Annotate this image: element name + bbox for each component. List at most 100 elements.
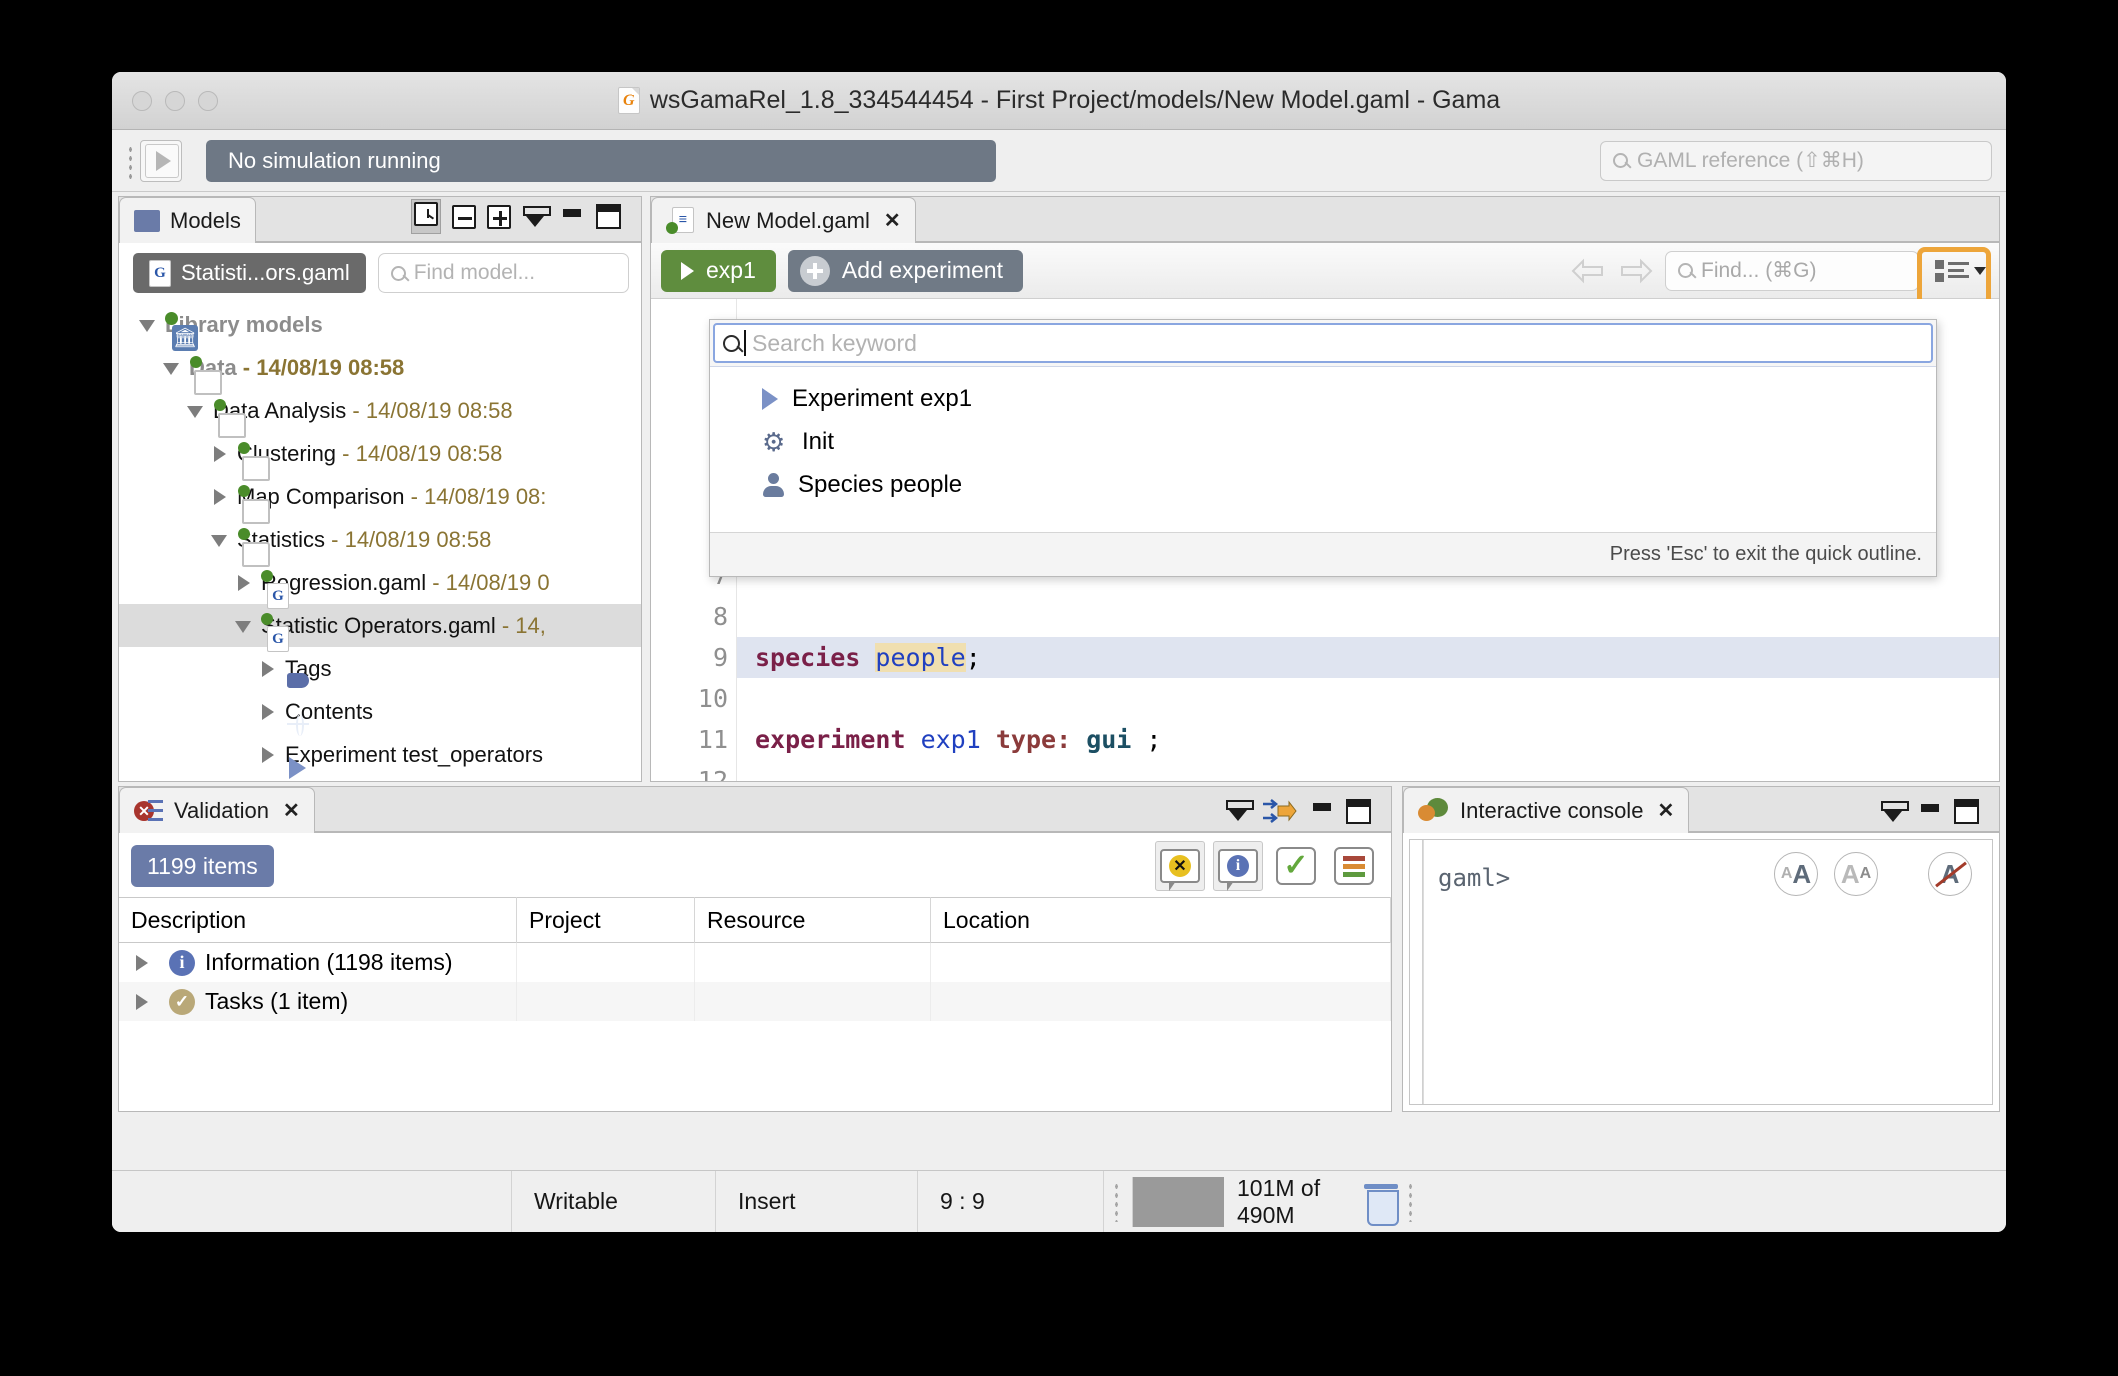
status-drag-handle[interactable] (1114, 1181, 1124, 1222)
tree-item[interactable]: 🏛 Library models (119, 303, 641, 351)
console-output[interactable]: gaml> AA AA A (1409, 839, 1993, 1105)
find-input[interactable]: Find... (⌘G) (1665, 250, 1919, 291)
tree-expand-arrow[interactable] (137, 314, 159, 336)
quick-outline-popup[interactable]: Search keyword Experiment exp1 ⚙ Init Sp… (709, 319, 1937, 577)
tree-expand-arrow[interactable] (209, 443, 231, 465)
table-row[interactable]: ✓ Tasks (1 item) (119, 982, 1391, 1021)
next-annotation-icon[interactable] (1262, 798, 1298, 824)
outline-list-icon (1934, 258, 1969, 284)
tree-item[interactable]: Data Cleaning - 14/08/19 08:58 (119, 776, 641, 781)
tab-models[interactable]: Models (119, 197, 256, 243)
errors-filter-icon[interactable]: ✕ (1155, 841, 1205, 891)
quick-outline-item[interactable]: Experiment exp1 (710, 377, 1936, 420)
window-controls[interactable] (112, 90, 218, 111)
chevron-down-icon[interactable] (1973, 266, 1986, 275)
memory-label: 101M of 490M (1237, 1174, 1321, 1228)
close-icon[interactable]: ✕ (884, 208, 901, 233)
tree-expand-arrow[interactable] (257, 658, 279, 680)
editor-panel: ≡ New Model.gaml ✕ exp1 Add experiment F… (650, 196, 2000, 782)
experiment-exp1-button[interactable]: exp1 (661, 249, 776, 292)
find-model-placeholder: Find model... (413, 261, 536, 284)
forward-arrow-icon[interactable] (1619, 258, 1653, 284)
close-icon[interactable]: ✕ (1657, 798, 1674, 823)
maximize-icon[interactable] (1954, 799, 1979, 824)
window-title: wsGamaRel_1.8_334544454 - First Project/… (649, 86, 1501, 114)
tree-item[interactable]: Clustering - 14/08/19 08:58 (119, 432, 641, 475)
minimize-view-icon[interactable] (1880, 800, 1909, 824)
tree-item[interactable]: Contents (119, 690, 641, 733)
row-expand-arrow[interactable] (131, 952, 153, 974)
add-experiment-button[interactable]: Add experiment (787, 249, 1023, 292)
maximize-window-button[interactable] (198, 90, 218, 111)
trash-icon[interactable] (1364, 1182, 1399, 1226)
tree-item-label: Statistic Operators.gaml (261, 612, 496, 638)
quick-outline-list[interactable]: Experiment exp1 ⚙ Init Species people (710, 367, 1936, 532)
find-model-input[interactable]: Find model... (377, 253, 629, 293)
back-arrow-icon[interactable] (1571, 258, 1605, 284)
table-row[interactable]: i Information (1198 items) (119, 943, 1391, 982)
column-location[interactable]: Location (931, 897, 1391, 943)
quick-outline-item[interactable]: ⚙ Init (710, 420, 1936, 463)
maximize-icon[interactable] (596, 204, 621, 229)
species-icon (762, 472, 784, 498)
line-number: 12 (697, 766, 728, 781)
tree-expand-arrow[interactable] (185, 400, 207, 422)
tab-interactive-console[interactable]: Interactive console ✕ (1403, 787, 1690, 833)
expand-all-icon[interactable] (487, 204, 511, 229)
run-experiment-icon[interactable] (140, 139, 182, 182)
collapse-all-icon[interactable] (452, 204, 476, 229)
minimize-view-icon[interactable] (1225, 799, 1254, 823)
column-project[interactable]: Project (517, 897, 695, 943)
line-number: 8 (712, 602, 728, 631)
tree-item[interactable]: Statistics - 14/08/19 08:58 (119, 518, 641, 561)
tree-item[interactable]: G Regression.gaml - 14/08/19 0 (119, 561, 641, 609)
increase-font-icon[interactable]: AA (1774, 852, 1818, 896)
tree-item[interactable]: Experiment test_operators (119, 733, 641, 776)
tree-expand-arrow[interactable] (233, 615, 255, 637)
severity-icon[interactable] (1329, 841, 1379, 891)
code-editor[interactable]: 12345678910111213 species people; experi… (651, 299, 1999, 781)
tree-expand-arrow[interactable] (257, 744, 279, 766)
column-description[interactable]: Description (119, 897, 517, 943)
selected-model-chip[interactable]: G Statisti...ors.gaml (133, 253, 366, 293)
models-tree[interactable]: 🏛 Library models Data - 14/08/19 08:58 Data… (119, 301, 641, 781)
tree-item[interactable]: Data - 14/08/19 08:58 (119, 346, 641, 389)
column-resource[interactable]: Resource (695, 897, 931, 943)
tree-expand-arrow[interactable] (161, 357, 183, 379)
info-filter-icon[interactable]: i (1213, 841, 1263, 891)
tree-expand-arrow[interactable] (233, 572, 255, 594)
validation-table-body[interactable]: i Information (1198 items) ✓ Tasks (1 item) (119, 943, 1391, 1021)
quick-outline-item-label: Experiment exp1 (792, 384, 973, 412)
close-window-button[interactable] (132, 90, 152, 111)
tab-validation[interactable]: ✕ Validation ✕ (119, 787, 315, 833)
close-icon[interactable]: ✕ (283, 798, 300, 823)
tree-expand-arrow[interactable] (257, 701, 279, 723)
validation-table-header: Description Project Resource Location (119, 897, 1391, 943)
tree-item[interactable]: Data Analysis - 14/08/19 08:58 (119, 389, 641, 432)
history-icon[interactable] (411, 199, 441, 234)
minimize-icon[interactable] (559, 205, 585, 229)
status-drag-handle-right[interactable] (1408, 1181, 1418, 1222)
quick-outline-search-input[interactable]: Search keyword (713, 323, 1933, 363)
tree-item[interactable]: Tags (119, 647, 641, 690)
reset-font-icon[interactable]: A (1928, 852, 1972, 896)
toolbar-drag-handle[interactable] (126, 142, 136, 179)
outline-button[interactable] (1931, 250, 1989, 292)
maximize-icon[interactable] (1346, 798, 1371, 824)
minimize-icon[interactable] (1917, 800, 1943, 824)
validate-icon[interactable]: ✓ (1271, 841, 1321, 891)
row-expand-arrow[interactable] (131, 991, 153, 1013)
minimize-window-button[interactable] (165, 90, 185, 111)
minimize-view-icon[interactable] (522, 205, 551, 229)
tree-item[interactable]: Map Comparison - 14/08/19 08: (119, 475, 641, 518)
tree-expand-arrow[interactable] (209, 529, 231, 551)
tree-item[interactable]: G Statistic Operators.gaml - 14, (119, 604, 641, 652)
gaml-reference-input[interactable]: GAML reference (⇧⌘H) (1600, 140, 1992, 181)
quick-outline-item[interactable]: Species people (710, 463, 1936, 506)
tab-new-model-gaml[interactable]: ≡ New Model.gaml ✕ (651, 197, 916, 243)
tree-expand-arrow[interactable] (209, 486, 231, 508)
memory-indicator[interactable]: 101M of 490M (1132, 1174, 1348, 1228)
quick-outline-footer: Press 'Esc' to exit the quick outline. (710, 532, 1936, 576)
minimize-icon[interactable] (1309, 799, 1335, 823)
decrease-font-icon[interactable]: AA (1834, 852, 1878, 896)
